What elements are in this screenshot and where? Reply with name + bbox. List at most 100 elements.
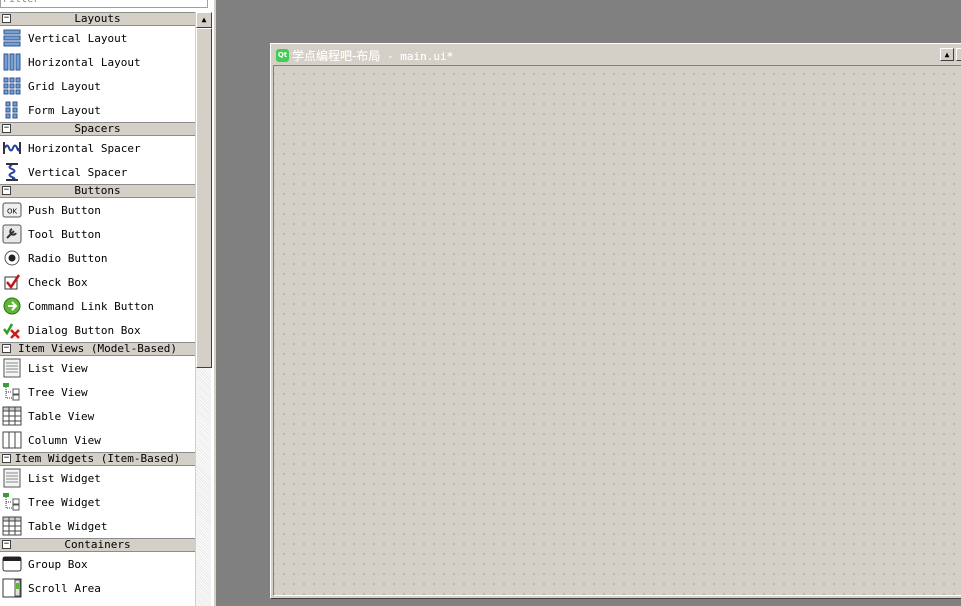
widget-item[interactable]: Group Box [0, 552, 195, 576]
push-button-icon: OK [2, 200, 22, 220]
widget-item-label: Tool Button [28, 227, 101, 241]
widget-item-label: Tree Widget [28, 495, 101, 509]
vertical-layout-icon [2, 28, 22, 48]
widget-item[interactable]: Radio Button [0, 246, 195, 270]
tool-button-icon [2, 224, 22, 244]
form-title: 学点编程吧-布局 - main.ui* [292, 47, 453, 64]
group-box-icon [2, 554, 22, 574]
horizontal-layout-icon [2, 52, 22, 72]
widget-item[interactable]: OK Push Button [0, 198, 195, 222]
form-titlebar[interactable]: Qt 学点编程吧-布局 - main.ui* ▲ ✕ [273, 46, 961, 64]
widget-item-label: Vertical Spacer [28, 165, 128, 179]
widget-item-label: Form Layout [28, 103, 101, 117]
category-label: Layouts [74, 12, 121, 25]
collapse-icon[interactable]: − [2, 454, 11, 463]
widget-item-label: Grid Layout [28, 79, 101, 93]
widget-item-label: Command Link Button [28, 299, 154, 313]
collapse-icon[interactable]: − [2, 540, 11, 549]
restore-icon: ▲ [944, 50, 950, 59]
column-view-icon [2, 430, 22, 450]
widget-item[interactable]: Tool Button [0, 222, 195, 246]
form-title-separator: - [380, 49, 401, 63]
category-label: Item Widgets (Item-Based) [14, 452, 181, 465]
category-header[interactable]: − Layouts [0, 12, 195, 26]
widget-item[interactable]: Command Link Button [0, 294, 195, 318]
command-link-icon [2, 296, 22, 316]
widget-item-label: Column View [28, 433, 101, 447]
widget-item-label: Table Widget [28, 519, 108, 533]
qt-logo-icon: Qt [276, 48, 289, 62]
widget-list: − Layouts Vertical Layout Horizontal Layout… [0, 12, 195, 600]
form-canvas[interactable] [273, 65, 961, 596]
form-layout-icon [2, 100, 22, 120]
category-label: Buttons [74, 184, 121, 197]
widget-item[interactable]: Table View [0, 404, 195, 428]
scroll-area-icon [2, 578, 22, 598]
widget-item-label: Radio Button [28, 251, 108, 265]
form-window[interactable]: Qt 学点编程吧-布局 - main.ui* ▲ ✕ [270, 43, 961, 599]
radio-button-icon [2, 248, 22, 268]
category-label: Containers [64, 538, 131, 551]
widget-item-label: Tree View [28, 385, 88, 399]
panel-splitter[interactable] [213, 0, 217, 606]
widget-item[interactable]: Tree Widget [0, 490, 195, 514]
horizontal-spacer-icon [2, 138, 22, 158]
widget-item-label: Scroll Area [28, 581, 101, 595]
vertical-scrollbar[interactable]: ▲ [195, 12, 212, 606]
widget-item-label: Check Box [28, 275, 88, 289]
form-title-file: main.ui* [400, 49, 454, 63]
category-label: Spacers [74, 122, 121, 135]
widget-item[interactable]: Tree View [0, 380, 195, 404]
widget-item[interactable]: Form Layout [0, 98, 195, 122]
widget-item-label: Horizontal Layout [28, 55, 141, 69]
collapse-icon[interactable]: − [2, 14, 11, 23]
form-title-name: 学点编程吧-布局 [292, 48, 381, 63]
widget-item-label: Push Button [28, 203, 101, 217]
category-header[interactable]: − Item Widgets (Item-Based) [0, 452, 195, 466]
tree-widget-icon [2, 492, 22, 512]
list-widget-icon [2, 468, 22, 488]
check-box-icon [2, 272, 22, 292]
widget-item-label: Horizontal Spacer [28, 141, 141, 155]
widget-item[interactable]: Horizontal Spacer [0, 136, 195, 160]
widget-item[interactable]: Horizontal Layout [0, 50, 195, 74]
widget-item-label: Dialog Button Box [28, 323, 141, 337]
category-header[interactable]: − Containers [0, 538, 195, 552]
collapse-icon[interactable]: − [2, 344, 11, 353]
widget-item[interactable]: Check Box [0, 270, 195, 294]
widget-item[interactable]: Column View [0, 428, 195, 452]
widget-item-label: Table View [28, 409, 95, 423]
category-header[interactable]: − Item Views (Model-Based) [0, 342, 195, 356]
widget-item-label: Vertical Layout [28, 31, 128, 45]
widget-item[interactable]: List View [0, 356, 195, 380]
collapse-icon[interactable]: − [2, 124, 11, 133]
table-view-icon [2, 406, 22, 426]
vertical-spacer-icon [2, 162, 22, 182]
svg-text:OK: OK [7, 208, 18, 216]
widget-item[interactable]: Scroll Area [0, 576, 195, 600]
widget-item-label: Group Box [28, 557, 88, 571]
close-button[interactable]: ✕ [956, 48, 961, 61]
restore-button[interactable]: ▲ [940, 48, 954, 61]
widget-item[interactable]: Dialog Button Box [0, 318, 195, 342]
list-view-icon [2, 358, 22, 378]
filter-input[interactable]: Filter [0, 0, 208, 8]
grid-layout-icon [2, 76, 22, 96]
widget-item-label: List Widget [28, 471, 101, 485]
category-header[interactable]: − Spacers [0, 122, 195, 136]
widget-item[interactable]: Table Widget [0, 514, 195, 538]
scroll-up-button[interactable]: ▲ [196, 12, 212, 28]
widget-box-panel: Filter − Layouts Vertical Layout Horizontal… [0, 0, 213, 606]
dialog-button-box-icon [2, 320, 22, 340]
tree-view-icon [2, 382, 22, 402]
scrollbar-thumb[interactable] [196, 28, 212, 368]
widget-item-label: List View [28, 361, 88, 375]
widget-item[interactable]: Vertical Layout [0, 26, 195, 50]
collapse-icon[interactable]: − [2, 186, 11, 195]
category-label: Item Views (Model-Based) [18, 342, 177, 355]
category-header[interactable]: − Buttons [0, 184, 195, 198]
widget-item[interactable]: List Widget [0, 466, 195, 490]
widget-item[interactable]: Vertical Spacer [0, 160, 195, 184]
widget-item[interactable]: Grid Layout [0, 74, 195, 98]
table-widget-icon [2, 516, 22, 536]
